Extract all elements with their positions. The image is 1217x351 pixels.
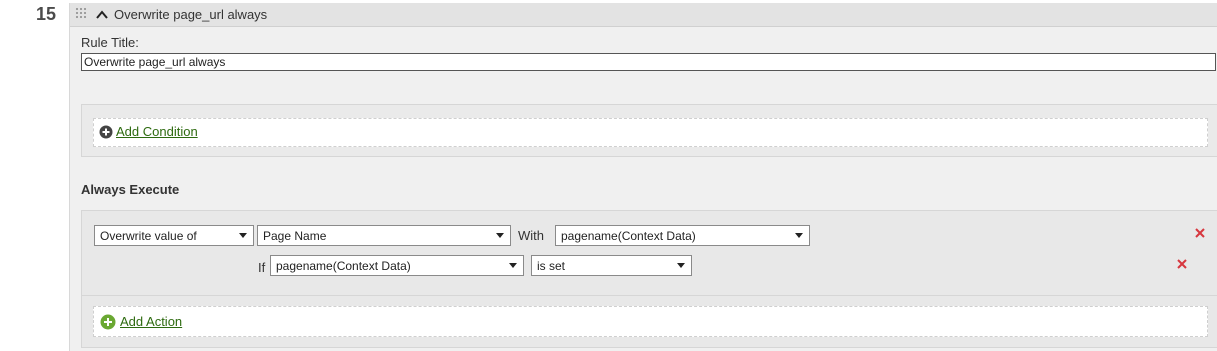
value-select[interactable]: pagename(Context Data) [555, 225, 810, 246]
chevron-up-icon[interactable] [95, 8, 109, 22]
if-variable-select[interactable]: pagename(Context Data) [270, 255, 524, 276]
operation-select-value: Overwrite value of [100, 229, 197, 243]
add-condition-area: Add Condition [93, 118, 1208, 147]
rule-header[interactable]: Overwrite page_url always [70, 3, 1217, 27]
rule-title-input[interactable] [81, 53, 1216, 71]
delete-condition-icon[interactable] [1176, 258, 1188, 270]
dropdown-caret-icon [677, 263, 685, 268]
if-variable-value: pagename(Context Data) [276, 259, 411, 273]
target-variable-select[interactable]: Page Name [257, 225, 511, 246]
rule-number: 15 [36, 4, 57, 24]
divider [82, 295, 1217, 296]
value-select-value: pagename(Context Data) [561, 229, 696, 243]
if-operator-value: is set [537, 259, 566, 273]
dropdown-caret-icon [496, 233, 504, 238]
if-label: If [258, 260, 266, 275]
operation-select[interactable]: Overwrite value of [94, 225, 254, 246]
dropdown-caret-icon [509, 263, 517, 268]
plus-circle-icon[interactable] [99, 125, 113, 139]
with-label: With [518, 228, 544, 243]
rule-title-label: Rule Title: [81, 35, 139, 50]
conditions-panel: Add Condition [81, 104, 1217, 157]
dropdown-caret-icon [239, 233, 247, 238]
drag-handle-icon[interactable] [75, 7, 87, 19]
target-variable-value: Page Name [263, 229, 327, 243]
add-action-link[interactable]: Add Action [120, 314, 182, 329]
add-action-area: Add Action [93, 306, 1208, 337]
rule-panel: Overwrite page_url always Rule Title: Ad… [69, 3, 1217, 351]
if-operator-select[interactable]: is set [531, 255, 692, 276]
always-execute-heading: Always Execute [81, 182, 180, 197]
dropdown-caret-icon [795, 233, 803, 238]
delete-action-icon[interactable] [1194, 227, 1206, 239]
rule-header-title: Overwrite page_url always [114, 7, 268, 22]
plus-circle-icon[interactable] [100, 314, 116, 330]
actions-panel: Overwrite value of Page Name With pagena… [81, 210, 1217, 348]
add-condition-link[interactable]: Add Condition [116, 124, 198, 139]
